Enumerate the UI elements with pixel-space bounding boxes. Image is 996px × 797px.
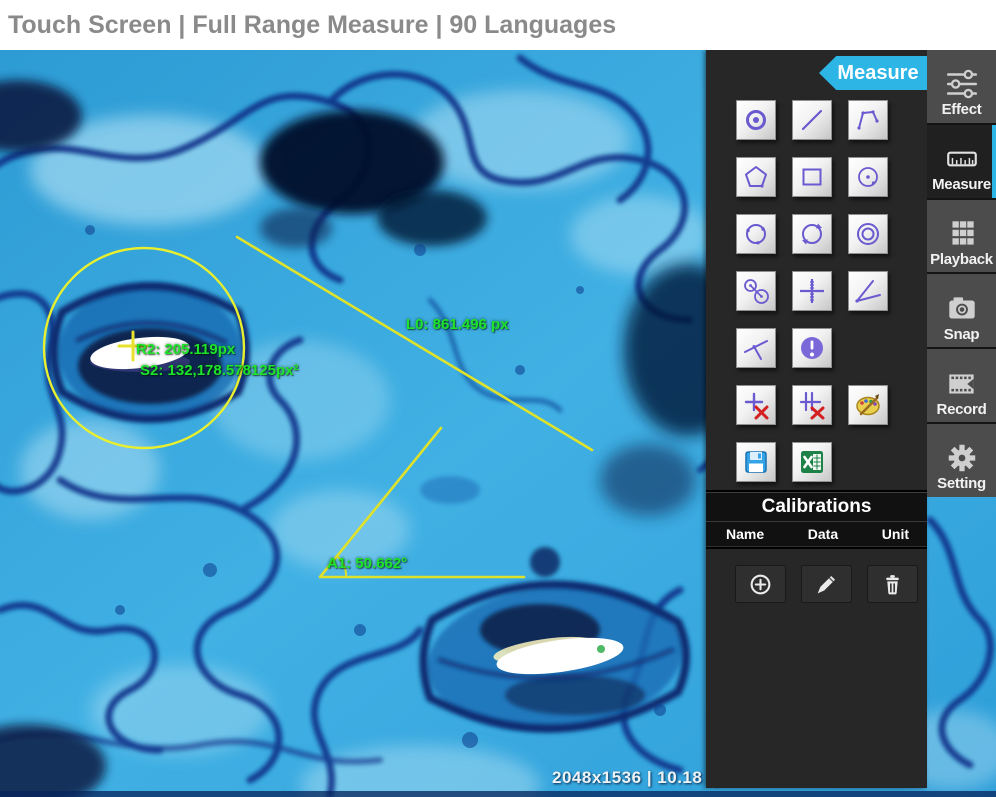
angle-tool-icon [853, 276, 883, 306]
tool-polyline[interactable] [848, 100, 888, 140]
tab-snap-label: Snap [944, 327, 979, 344]
title-bar: Touch Screen | Full Range Measure | 90 L… [0, 0, 996, 50]
save-icon [741, 447, 771, 477]
calibrations-title: Calibrations [706, 492, 927, 522]
tool-circle-rotate[interactable] [792, 214, 832, 254]
sliders-icon [944, 68, 980, 100]
info-icon [797, 333, 827, 363]
tab-effect-label: Effect [942, 102, 982, 119]
tool-circle-center[interactable] [848, 157, 888, 197]
excel-icon [797, 447, 827, 477]
tool-angle[interactable] [848, 271, 888, 311]
tab-playback[interactable]: Playback [927, 200, 996, 273]
line-tool-icon [797, 105, 827, 135]
tool-export-excel[interactable] [792, 442, 832, 482]
tool-delete-measure[interactable] [736, 385, 776, 425]
tool-palette[interactable] [848, 385, 888, 425]
tool-delete-all-measures[interactable] [792, 385, 832, 425]
tool-save[interactable] [736, 442, 776, 482]
delete-all-icon [797, 390, 827, 420]
calibrations-band: Calibrations Name Data Unit [706, 490, 927, 549]
tool-circle-3point[interactable] [736, 214, 776, 254]
circle-area-label: S2: 132,178.578125px² [140, 362, 298, 379]
line-length-label: L0: 861.496 px [406, 316, 509, 333]
add-calibration-button[interactable] [735, 565, 786, 603]
circle-distance-icon [741, 276, 771, 306]
measure-tools-grid [736, 100, 888, 482]
pencil-icon [814, 572, 839, 597]
tab-snap[interactable]: Snap [927, 274, 996, 347]
measure-panel: Measure [706, 50, 927, 788]
rectangle-tool-icon [797, 162, 827, 192]
tool-circle-distance[interactable] [736, 271, 776, 311]
tool-point-circle[interactable] [736, 100, 776, 140]
polyline-tool-icon [853, 105, 883, 135]
calibrations-col-data: Data [808, 526, 838, 542]
circle-center-icon [853, 162, 883, 192]
perpendicular-tool-icon [741, 333, 771, 363]
point-circle-icon [741, 105, 771, 135]
mode-tab-rail: Effect Measure Playback [927, 50, 996, 497]
edit-calibration-button[interactable] [801, 565, 852, 603]
tool-cross-ruler[interactable] [792, 271, 832, 311]
angle-value-label: A1: 50.662° [327, 555, 407, 572]
plus-circle-icon [748, 572, 773, 597]
grid-icon [944, 218, 980, 250]
circle-rotate-icon [797, 219, 827, 249]
tool-rectangle[interactable] [792, 157, 832, 197]
measure-panel-header-label: Measure [837, 62, 918, 85]
trash-icon [880, 572, 905, 597]
film-icon [944, 368, 980, 400]
calibrations-col-name: Name [726, 526, 764, 542]
tool-line[interactable] [792, 100, 832, 140]
tool-perpendicular[interactable] [736, 328, 776, 368]
tool-polygon[interactable] [736, 157, 776, 197]
tab-playback-label: Playback [930, 252, 993, 269]
camera-icon [944, 293, 980, 325]
tab-setting-label: Setting [937, 476, 986, 493]
calibrations-col-unit: Unit [882, 526, 909, 542]
calibrations-section: Calibrations Name Data Unit [706, 490, 927, 603]
circle-3point-icon [741, 219, 771, 249]
page-title: Touch Screen | Full Range Measure | 90 L… [8, 11, 616, 40]
tab-record-label: Record [937, 402, 987, 419]
ruler-icon [944, 143, 980, 175]
tool-annulus[interactable] [848, 214, 888, 254]
palette-icon [853, 390, 883, 420]
tab-measure-label: Measure [932, 177, 991, 194]
camera-stage: R2: 205.119px S2: 132,178.578125px² L0: … [0, 50, 996, 797]
calibrations-column-headers: Name Data Unit [706, 522, 927, 549]
circle-radius-label: R2: 205.119px [136, 341, 235, 358]
calibrations-actions [706, 549, 927, 603]
tab-effect[interactable]: Effect [927, 50, 996, 123]
polygon-tool-icon [741, 162, 771, 192]
tool-info[interactable] [792, 328, 832, 368]
cross-ruler-icon [797, 276, 827, 306]
tab-measure[interactable]: Measure [927, 125, 996, 198]
delete-calibration-button[interactable] [867, 565, 918, 603]
delete-measure-icon [741, 390, 771, 420]
measure-panel-header[interactable]: Measure [819, 56, 927, 90]
tab-record[interactable]: Record [927, 349, 996, 422]
gear-icon [944, 442, 980, 474]
tab-setting[interactable]: Setting [927, 424, 996, 497]
annulus-tool-icon [853, 219, 883, 249]
